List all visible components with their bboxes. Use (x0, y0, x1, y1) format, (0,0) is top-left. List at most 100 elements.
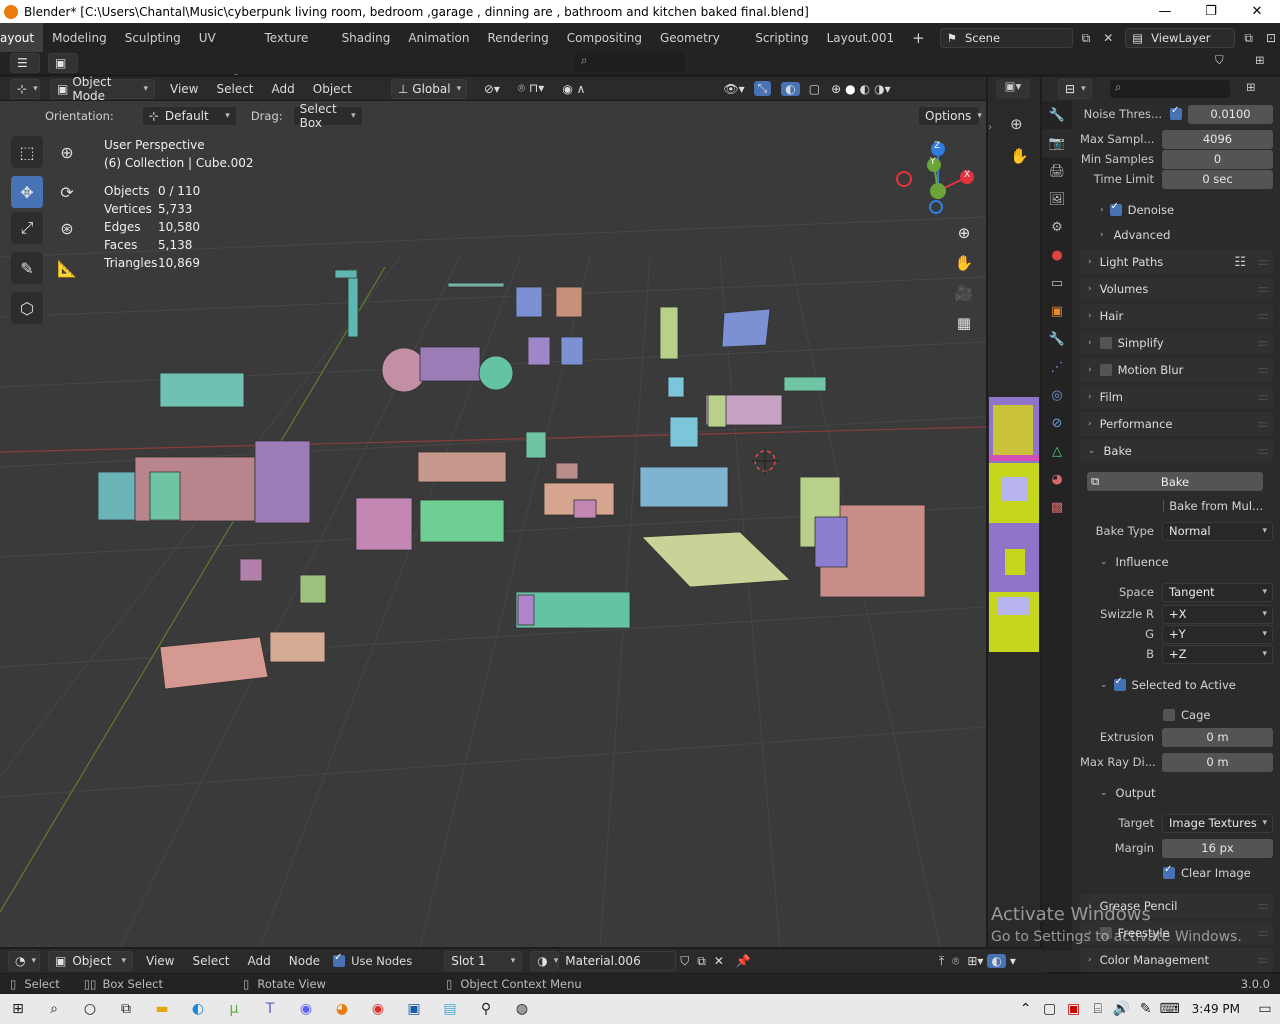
steam-icon[interactable]: ◍ (504, 994, 540, 1024)
swizzle-b-dropdown[interactable]: +Z ▾ (1162, 644, 1273, 664)
view-layer-selector[interactable]: ▤ ViewLayer (1125, 27, 1236, 48)
tab-layout-001[interactable]: Layout.001 (818, 23, 904, 52)
xray-icon[interactable]: ▢ (800, 82, 829, 96)
panel-performance[interactable]: › Performance:::: (1080, 412, 1273, 436)
view-layer-tab-icon[interactable]: 🖼 (1042, 185, 1072, 213)
task-view-icon[interactable]: ⧉ (108, 994, 144, 1024)
node-menu-view[interactable]: View (137, 954, 183, 968)
tab-uv-editing[interactable]: UV Editing (190, 23, 256, 75)
proportional-edit-icon[interactable]: ◉ ∧ (553, 82, 594, 96)
material-tab-icon[interactable]: ◕ (1042, 465, 1072, 493)
bake-type-dropdown[interactable]: Normal ▾ (1162, 521, 1273, 541)
pen-icon[interactable]: ✎ (1134, 994, 1158, 1024)
volume-icon[interactable]: 🔊 (1110, 994, 1134, 1024)
select-box-tool[interactable]: ⬚ (11, 136, 43, 168)
shading-rendered-icon[interactable]: ◑▾ (872, 82, 893, 96)
windows-start-icon[interactable]: ⊞ (0, 994, 36, 1024)
max-samples-field[interactable]: 4096 (1162, 129, 1273, 149)
visibility-icon[interactable]: 👁▾ (714, 82, 753, 96)
filter-icon[interactable]: ⛉ (1215, 53, 1245, 68)
physics-tab-icon[interactable]: ◎ (1042, 381, 1072, 409)
material-name-field[interactable]: Material.006 (558, 951, 677, 971)
noise-threshold-field[interactable]: 0.0100 (1188, 104, 1273, 124)
zoom-icon[interactable]: ⊕ (951, 220, 977, 246)
transform-tool[interactable]: ⊛ (51, 212, 83, 244)
swizzle-g-dropdown[interactable]: +Y ▾ (1162, 624, 1273, 644)
pan-hand-icon[interactable]: ✋ (951, 250, 977, 276)
target-dropdown[interactable]: Image Textures ▾ (1162, 813, 1273, 833)
teams-icon[interactable]: T (252, 994, 288, 1024)
denoise-subpanel[interactable]: › Denoise (1100, 199, 1280, 221)
image-editor-strip[interactable]: ▣▾ ⊕ ✋ › (988, 77, 1040, 947)
editor-type-icon[interactable]: ☰ (10, 53, 40, 73)
new-view-layer-icon[interactable]: ⧉ (1235, 23, 1262, 52)
selected-to-active-subpanel[interactable]: ⌄ Selected to Active (1100, 674, 1280, 696)
tab-scripting[interactable]: Scripting (746, 23, 817, 52)
cage-checkbox[interactable] (1163, 709, 1175, 721)
menu-select[interactable]: Select (207, 82, 262, 96)
new-scene-icon[interactable]: ⧉ (1073, 23, 1100, 52)
taskbar-search-icon[interactable]: ⌕ (36, 994, 72, 1024)
snap-icon[interactable]: ⌾ ⊓▾ (509, 81, 553, 96)
annotate-tool[interactable]: ✎ (11, 252, 43, 284)
texture-tab-icon[interactable]: ▩ (1042, 493, 1072, 521)
extrusion-field[interactable]: 0 m (1162, 727, 1273, 747)
snap-type-icon[interactable]: ⊞▾ (963, 954, 987, 968)
pivot-icon[interactable]: ⊘▾ (475, 82, 509, 96)
minimize-button[interactable]: — (1142, 0, 1188, 23)
overlay-dropdown-icon[interactable]: ▾ (1006, 954, 1020, 968)
properties-search-input[interactable]: ⌕ (1110, 80, 1230, 98)
new-material-icon[interactable]: ⧉ (693, 954, 710, 969)
panel-hair[interactable]: › Hair:::: (1080, 304, 1273, 328)
image-editor-type-icon[interactable]: ▣▾ (996, 79, 1030, 99)
scene-tab-icon[interactable]: ⚙ (1042, 213, 1072, 241)
new-collection-icon[interactable]: ⊞ (1255, 53, 1275, 67)
influence-subpanel[interactable]: ⌄ Influence (1100, 551, 1280, 573)
close-button[interactable]: ✕ (1234, 0, 1280, 23)
tray-chevron-icon[interactable]: ⌃ (1014, 994, 1038, 1024)
chrome-icon[interactable]: ◉ (360, 994, 396, 1024)
slot-dropdown[interactable]: Slot 1 ▾ (444, 951, 523, 971)
tab-rendering[interactable]: Rendering (479, 23, 558, 52)
menu-object[interactable]: Object (304, 82, 361, 96)
material-browse-button[interactable]: ◑ ▾ (530, 951, 558, 971)
snap-node-icon[interactable]: ⌾ (948, 954, 963, 969)
shading-solid-icon[interactable]: ● (843, 82, 857, 96)
utorrent-icon[interactable]: μ (216, 994, 252, 1024)
noise-threshold-checkbox[interactable] (1170, 105, 1182, 120)
properties-editor-type[interactable]: ⊟ ▾ (1058, 79, 1092, 99)
restore-button[interactable]: ❐ (1188, 0, 1234, 23)
panel-simplify[interactable]: › Simplify:::: (1080, 331, 1273, 355)
tray-app-icon[interactable]: ▢ (1038, 994, 1062, 1024)
bake-from-multires-row[interactable]: Bake from Mul... (1163, 495, 1263, 517)
panel-volumes[interactable]: › Volumes:::: (1080, 277, 1273, 301)
fake-user-icon[interactable]: ⛉ (676, 954, 693, 969)
search-app-icon[interactable]: ⚲ (468, 994, 504, 1024)
display-mode-icon[interactable]: ▣ (48, 53, 78, 73)
notepad-icon[interactable]: ▤ (432, 994, 468, 1024)
constraints-tab-icon[interactable]: ⊘ (1042, 409, 1072, 437)
motion-blur-checkbox[interactable] (1099, 364, 1112, 376)
parent-node-tree-icon[interactable]: ⤒ (935, 954, 948, 969)
expand-arrow-icon[interactable]: › (988, 122, 992, 133)
output-tab-icon[interactable]: 🖨 (1042, 157, 1072, 185)
unlink-material-icon[interactable]: ✕ (710, 954, 728, 968)
pin-icon[interactable]: ⊞ (1246, 80, 1256, 94)
cage-row[interactable]: Cage (1163, 704, 1263, 726)
scale-tool[interactable]: ⤢ (11, 212, 43, 244)
denoise-checkbox[interactable] (1109, 201, 1122, 216)
image-pan-icon[interactable]: ✋ (1010, 147, 1029, 165)
object-tab-icon[interactable]: ▣ (1042, 297, 1072, 325)
panel-bake[interactable]: ⌄ Bake:::: (1080, 439, 1273, 463)
time-limit-field[interactable]: 0 sec (1162, 169, 1273, 189)
options-dropdown[interactable]: Options ▾ (918, 106, 982, 126)
node-menu-add[interactable]: Add (239, 954, 280, 968)
render-tab-icon[interactable]: 📷 (1042, 129, 1072, 157)
use-nodes-checkbox[interactable] (333, 952, 346, 967)
output-subpanel[interactable]: ⌄ Output (1100, 782, 1280, 804)
move-tool[interactable]: ✥ (11, 176, 43, 208)
cortana-icon[interactable]: ○ (72, 994, 108, 1024)
editor-type-button[interactable]: ⊹ ▾ (10, 78, 40, 99)
max-ray-field[interactable]: 0 m (1162, 752, 1273, 772)
overlay-node-icon[interactable]: ◐ (987, 954, 1006, 968)
